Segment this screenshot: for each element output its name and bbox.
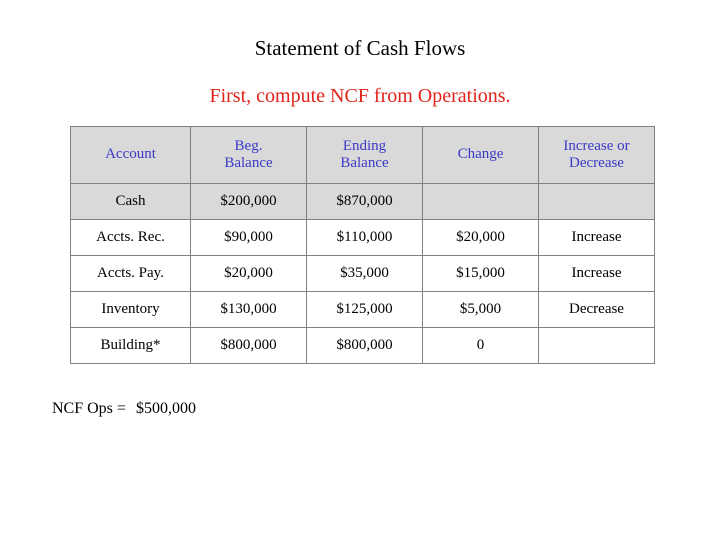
column-header-line1: Ending (342, 137, 387, 154)
column-header-ending-balance: Ending Balance (306, 126, 423, 184)
cell-ending-balance: $800,000 (306, 327, 423, 364)
cell-account: Cash (70, 183, 191, 220)
cell-beg-balance: $90,000 (190, 219, 307, 256)
cell-account: Building* (70, 327, 191, 364)
cell-increase-or-decrease (538, 327, 655, 364)
cell-change (422, 183, 539, 220)
slide-subtitle: First, compute NCF from Operations. (209, 85, 511, 107)
cell-increase-or-decrease: Increase (538, 255, 655, 292)
cash-flow-table: Account Beg. Balance Ending Balance Chan… (70, 126, 655, 364)
cell-ending-balance: $125,000 (306, 291, 423, 328)
column-header-line2: Balance (340, 155, 389, 171)
table-row: Accts. Pay. $20,000 $35,000 $15,000 Incr… (70, 255, 655, 292)
slide-canvas: Statement of Cash Flows First, compute N… (0, 0, 720, 540)
table-row: Cash $200,000 $870,000 (70, 183, 655, 220)
table-row: Accts. Rec. $90,000 $110,000 $20,000 Inc… (70, 219, 655, 256)
cell-account: Accts. Pay. (70, 255, 191, 292)
table-header-row: Account Beg. Balance Ending Balance Chan… (70, 126, 655, 184)
cell-account: Inventory (70, 291, 191, 328)
table-row: Inventory $130,000 $125,000 $5,000 Decre… (70, 291, 655, 328)
cell-change: $20,000 (422, 219, 539, 256)
cell-increase-or-decrease (538, 183, 655, 220)
column-header-line1: Change (457, 146, 504, 163)
column-header-line1: Beg. (234, 137, 263, 154)
column-header-line2: Decrease (569, 155, 624, 171)
cell-ending-balance: $870,000 (306, 183, 423, 220)
column-header-account: Account (70, 126, 191, 184)
cell-account: Accts. Rec. (70, 219, 191, 256)
cell-ending-balance: $35,000 (306, 255, 423, 292)
ncf-label: NCF Ops = (52, 400, 126, 417)
table-row: Building* $800,000 $800,000 0 (70, 327, 655, 364)
cell-ending-balance: $110,000 (306, 219, 423, 256)
cell-increase-or-decrease: Decrease (538, 291, 655, 328)
ncf-value: $500,000 (135, 400, 196, 417)
cell-change: 0 (422, 327, 539, 364)
cell-beg-balance: $130,000 (190, 291, 307, 328)
column-header-increase-or-decrease: Increase or Decrease (538, 126, 655, 184)
column-header-change: Change (422, 126, 539, 184)
cell-beg-balance: $20,000 (190, 255, 307, 292)
column-header-line2: Balance (224, 155, 273, 171)
cell-change: $15,000 (422, 255, 539, 292)
cell-beg-balance: $800,000 (190, 327, 307, 364)
column-header-beg-balance: Beg. Balance (190, 126, 307, 184)
cell-increase-or-decrease: Increase (538, 219, 655, 256)
column-header-line1: Increase or (563, 137, 630, 154)
ncf-summary: NCF Ops = $500,000 (36, 382, 196, 436)
column-header-line1: Account (105, 146, 156, 163)
page-title: Statement of Cash Flows (254, 36, 466, 60)
cell-change: $5,000 (422, 291, 539, 328)
cell-beg-balance: $200,000 (190, 183, 307, 220)
